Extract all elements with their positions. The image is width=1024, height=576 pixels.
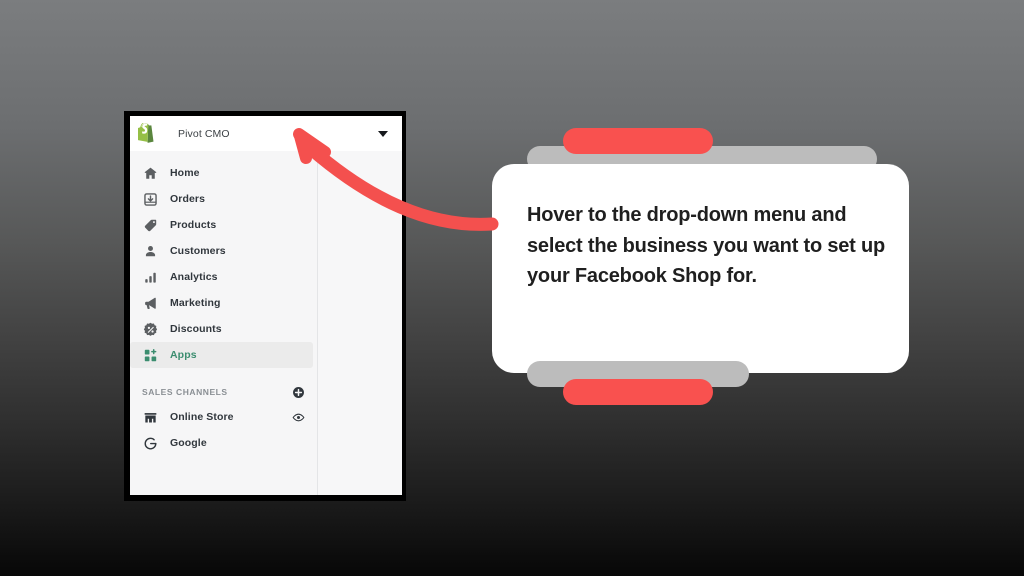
sales-channels-title: SALES CHANNELS (142, 387, 228, 397)
shopify-logo-icon (136, 122, 157, 144)
eye-icon[interactable] (292, 411, 305, 424)
admin-sidebar: Home Orders Products Customers Analytics… (130, 151, 318, 495)
sidebar-item-google[interactable]: Google (130, 430, 313, 456)
admin-content-pane (318, 151, 402, 495)
sidebar-item-home[interactable]: Home (130, 160, 313, 186)
person-icon (142, 243, 158, 259)
home-icon (142, 165, 158, 181)
annotation-text: Hover to the drop-down menu and select t… (527, 204, 886, 287)
decoration-bar-red-bottom (563, 379, 713, 405)
sidebar-item-discounts[interactable]: Discounts (130, 316, 313, 342)
sidebar-item-products[interactable]: Products (130, 212, 313, 238)
sidebar-item-orders[interactable]: Orders (130, 186, 313, 212)
sidebar-item-customers[interactable]: Customers (130, 238, 313, 264)
sidebar-item-label: Orders (170, 193, 206, 205)
shopify-admin-inner: Pivot CMO Home Orders Products Customers… (130, 116, 402, 495)
sidebar-item-analytics[interactable]: Analytics (130, 264, 313, 290)
sidebar-item-label: Analytics (170, 271, 218, 283)
decoration-bar-red-top (563, 128, 713, 154)
sidebar-item-label: Home (170, 167, 200, 179)
sidebar-item-label: Discounts (170, 323, 222, 335)
sales-channels-section-header: SALES CHANNELS (130, 380, 317, 404)
plus-circle-icon[interactable] (292, 386, 305, 399)
sidebar-item-apps[interactable]: Apps (130, 342, 313, 368)
discount-percent-icon (142, 321, 158, 337)
google-g-icon (142, 435, 158, 451)
sidebar-item-label: Online Store (170, 411, 234, 423)
megaphone-icon (142, 295, 158, 311)
storefront-icon (142, 409, 158, 425)
tag-icon (142, 217, 158, 233)
bar-chart-icon (142, 269, 158, 285)
sidebar-item-marketing[interactable]: Marketing (130, 290, 313, 316)
caret-down-icon[interactable] (378, 130, 388, 137)
sidebar-item-label: Google (170, 437, 207, 449)
store-name-label: Pivot CMO (178, 127, 230, 140)
shopify-admin-window: Pivot CMO Home Orders Products Customers… (124, 111, 406, 501)
apps-grid-plus-icon (142, 347, 158, 363)
sidebar-item-label: Marketing (170, 297, 221, 309)
sidebar-item-online-store[interactable]: Online Store (130, 404, 313, 430)
orders-inbox-icon (142, 191, 158, 207)
admin-body: Home Orders Products Customers Analytics… (130, 151, 402, 495)
sidebar-item-label: Customers (170, 245, 226, 257)
sidebar-item-label: Apps (170, 349, 197, 361)
sidebar-item-label: Products (170, 219, 217, 231)
admin-topbar: Pivot CMO (130, 116, 402, 151)
